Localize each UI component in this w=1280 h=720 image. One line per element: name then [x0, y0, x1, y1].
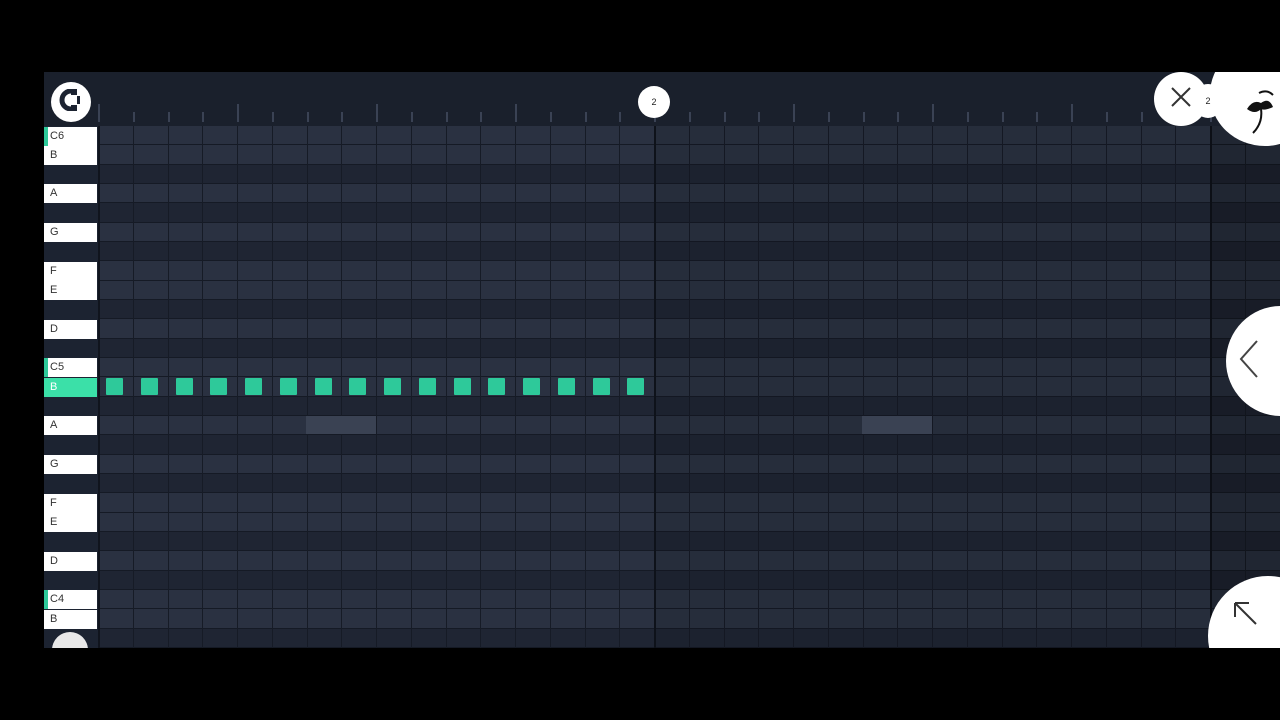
timeline-tick [271, 112, 274, 122]
piano-key[interactable]: D [44, 319, 97, 339]
chevron-left-icon [1239, 339, 1259, 384]
snap-magnet-button[interactable] [51, 82, 91, 122]
timeline-tick [445, 112, 448, 122]
magnet-icon [58, 88, 84, 116]
piano-key[interactable]: E [44, 513, 97, 533]
step-line [132, 126, 134, 648]
piano-key[interactable]: B [44, 145, 97, 165]
step-line [237, 126, 238, 648]
timeline-tick [202, 112, 205, 122]
piano-key[interactable]: B [44, 377, 97, 397]
piano-key[interactable]: F [44, 493, 97, 513]
piano-key[interactable]: C4 [44, 590, 97, 610]
midi-note[interactable] [140, 378, 158, 396]
midi-note[interactable] [210, 378, 228, 396]
step-line [584, 126, 586, 648]
step-line [306, 126, 308, 648]
timeline-ruler[interactable]: 2 [44, 72, 1280, 128]
timeline-tick [897, 112, 900, 122]
piano-key[interactable]: A [44, 416, 97, 436]
timeline-tick [480, 112, 483, 122]
step-line [515, 126, 516, 648]
piano-key[interactable]: A [44, 184, 97, 204]
playhead-marker[interactable]: 2 [638, 86, 670, 118]
step-line [167, 126, 169, 648]
midi-note[interactable] [384, 378, 401, 396]
row-highlight [306, 416, 376, 434]
timeline-tick [723, 112, 726, 122]
step-line [376, 126, 377, 648]
step-line [202, 126, 204, 648]
row-highlight [862, 416, 932, 434]
step-line [341, 126, 343, 648]
timeline-tick [1140, 112, 1143, 122]
midi-note[interactable] [627, 378, 645, 396]
piano-key[interactable]: F [44, 261, 97, 281]
step-line [480, 126, 482, 648]
playhead-label: 2 [651, 97, 657, 107]
piano-key[interactable]: C5 [44, 358, 97, 378]
step-line [271, 126, 273, 648]
midi-note[interactable] [245, 378, 262, 396]
bar-2-shading [654, 126, 1210, 648]
step-line [445, 126, 447, 648]
step-line [619, 126, 621, 648]
timeline-tick [306, 112, 309, 122]
timeline-tick [1105, 112, 1108, 122]
arrow-up-left-icon [1232, 600, 1258, 631]
timeline-tick [1071, 104, 1073, 122]
timeline-tick [341, 112, 344, 122]
timeline-tick [793, 104, 795, 122]
timeline-tick [167, 112, 170, 122]
piano-roll-window: 2 C6 B A G F E D C5 B A G F E D C4 B 2 [44, 72, 1280, 648]
midi-note[interactable] [175, 378, 193, 396]
timeline-tick [827, 112, 830, 122]
timeline-tick [1001, 112, 1004, 122]
midi-note[interactable] [488, 378, 506, 396]
piano-key[interactable]: D [44, 551, 97, 571]
midi-note[interactable] [557, 378, 575, 396]
timeline-tick [688, 112, 691, 122]
midi-note[interactable] [106, 378, 123, 396]
timeline-tick [584, 112, 587, 122]
timeline-tick [376, 104, 378, 122]
bar-line [98, 126, 100, 648]
timeline-tick [549, 112, 552, 122]
piano-key[interactable]: E [44, 281, 97, 301]
piano-key[interactable]: G [44, 223, 97, 243]
timeline-tick [966, 112, 969, 122]
piano-keyboard[interactable]: C6 B A G F E D C5 B A G F E D C4 B [44, 126, 98, 648]
piano-key[interactable]: C6 [44, 126, 97, 146]
note-grid[interactable] [98, 126, 1280, 648]
midi-note[interactable] [349, 378, 367, 396]
piano-key[interactable]: G [44, 455, 97, 475]
fl-studio-fruit-logo [1243, 89, 1277, 140]
timeline-tick [98, 104, 100, 122]
timeline-tick [862, 112, 865, 122]
midi-note[interactable] [523, 378, 540, 396]
piano-key[interactable]: B [44, 609, 97, 629]
timeline-tick [932, 104, 934, 122]
timeline-tick [132, 112, 135, 122]
timeline-tick [619, 112, 622, 122]
timeline-tick [237, 104, 239, 122]
step-line [549, 126, 551, 648]
timeline-tick [758, 112, 761, 122]
midi-note[interactable] [418, 378, 436, 396]
step-line [410, 126, 412, 648]
midi-note[interactable] [314, 378, 332, 396]
midi-note[interactable] [279, 378, 297, 396]
midi-note[interactable] [592, 378, 610, 396]
close-icon [1170, 86, 1192, 113]
timeline-tick [1036, 112, 1039, 122]
midi-note[interactable] [453, 378, 471, 396]
timeline-tick [410, 112, 413, 122]
timeline-tick [515, 104, 517, 122]
